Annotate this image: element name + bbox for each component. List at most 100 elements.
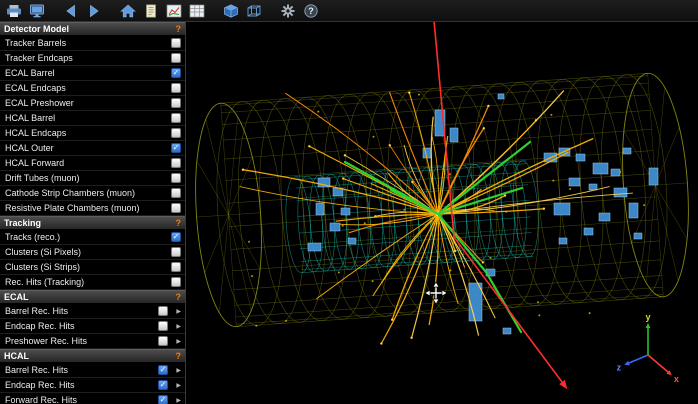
settings-button[interactable] <box>278 2 298 20</box>
checkbox-endcap-rec-hits[interactable]: ✓ <box>158 380 168 390</box>
ispy-event-display: ? Detector Model? Tracker Barrels Tracker … <box>0 0 698 404</box>
item-label: HCAL Forward <box>5 158 171 168</box>
checkbox-resistive-plate-chambers-muon[interactable] <box>171 203 181 213</box>
item-label: Drift Tubes (muon) <box>5 173 171 183</box>
display-settings-button[interactable] <box>27 2 47 20</box>
checkbox-hcal-outer[interactable]: ✓ <box>171 143 181 153</box>
tree-item-ecal-barrel[interactable]: ECAL Barrel✓ <box>0 66 185 81</box>
submenu-arrow-icon[interactable]: ▶ <box>172 382 181 389</box>
event-info-button[interactable] <box>141 2 161 20</box>
item-label: ECAL Preshower <box>5 98 171 108</box>
sidebar-tree: Detector Model? Tracker Barrels Tracker En… <box>0 22 186 404</box>
checkbox-preshower-rec-hits[interactable] <box>158 336 168 346</box>
axis-label-y: y <box>645 312 650 322</box>
checkbox-ecal-barrel[interactable]: ✓ <box>171 68 181 78</box>
submenu-arrow-icon[interactable]: ▶ <box>172 323 181 330</box>
previous-event-button[interactable] <box>61 2 81 20</box>
tree-item-forward-rec-hits[interactable]: Forward Rec. Hits✓ ▶ <box>0 393 185 404</box>
help-button[interactable]: ? <box>301 2 321 20</box>
submenu-arrow-icon[interactable]: ▶ <box>172 338 181 345</box>
tree-item-barrel-rec-hits[interactable]: Barrel Rec. Hits✓ ▶ <box>0 363 185 378</box>
arrow-left-icon <box>63 4 79 18</box>
screenshot-button[interactable] <box>4 2 24 20</box>
checkbox-clusters-si-strips[interactable] <box>171 262 181 272</box>
submenu-arrow-icon[interactable]: ▶ <box>172 367 181 374</box>
section-help-icon[interactable]: ? <box>176 351 182 361</box>
plot-view-button[interactable] <box>164 2 184 20</box>
axis-label-x: x <box>674 374 679 384</box>
item-label: Forward Rec. Hits <box>5 395 158 404</box>
tree-item-hcal-forward[interactable]: HCAL Forward <box>0 156 185 171</box>
submenu-arrow-icon[interactable]: ▶ <box>172 308 181 315</box>
item-label: Tracks (reco.) <box>5 232 171 242</box>
checkbox-forward-rec-hits[interactable]: ✓ <box>158 395 168 404</box>
tree-item-hcal-barrel[interactable]: HCAL Barrel <box>0 111 185 126</box>
checkbox-cathode-strip-chambers-muon[interactable] <box>171 188 181 198</box>
section-title: ECAL <box>4 292 29 302</box>
tree-item-ecal-endcaps[interactable]: ECAL Endcaps <box>0 81 185 96</box>
item-label: Cathode Strip Chambers (muon) <box>5 188 171 198</box>
content: Detector Model? Tracker Barrels Tracker En… <box>0 22 698 404</box>
perspective-view-button[interactable] <box>221 2 241 20</box>
chart-icon <box>166 4 182 18</box>
tree-item-tracks-reco[interactable]: Tracks (reco.)✓ <box>0 230 185 245</box>
section-help-icon[interactable]: ? <box>176 292 182 302</box>
tree-item-clusters-si-strips[interactable]: Clusters (Si Strips) <box>0 260 185 275</box>
wirecube-icon <box>246 4 262 18</box>
checkbox-barrel-rec-hits[interactable] <box>158 306 168 316</box>
tree-item-clusters-si-pixels[interactable]: Clusters (Si Pixels) <box>0 245 185 260</box>
table-view-button[interactable] <box>187 2 207 20</box>
tree-item-ecal-preshower[interactable]: ECAL Preshower <box>0 96 185 111</box>
question-icon: ? <box>303 4 319 18</box>
item-label: Tracker Barrels <box>5 38 171 48</box>
checkbox-clusters-si-pixels[interactable] <box>171 247 181 257</box>
item-label: Clusters (Si Pixels) <box>5 247 171 257</box>
tree-item-endcap-rec-hits[interactable]: Endcap Rec. Hits▶ <box>0 319 185 334</box>
toolbar: ? <box>0 0 698 22</box>
event-scene[interactable]: xyz <box>186 22 698 404</box>
tree-item-preshower-rec-hits[interactable]: Preshower Rec. Hits▶ <box>0 334 185 349</box>
home-view-button[interactable] <box>118 2 138 20</box>
checkbox-rec-hits-tracking[interactable] <box>171 277 181 287</box>
tree-item-rec-hits-tracking[interactable]: Rec. Hits (Tracking) <box>0 275 185 290</box>
tree-item-hcal-outer[interactable]: HCAL Outer✓ <box>0 141 185 156</box>
checkbox-endcap-rec-hits[interactable] <box>158 321 168 331</box>
submenu-arrow-icon[interactable]: ▶ <box>172 397 181 404</box>
section-title: HCAL <box>4 351 29 361</box>
section-help-icon[interactable]: ? <box>176 218 182 228</box>
checkbox-tracker-barrels[interactable] <box>171 38 181 48</box>
gear-icon <box>280 4 296 18</box>
section-header-ecal: ECAL? <box>0 290 185 304</box>
checkbox-hcal-endcaps[interactable] <box>171 128 181 138</box>
checkbox-drift-tubes-muon[interactable] <box>171 173 181 183</box>
item-label: HCAL Barrel <box>5 113 171 123</box>
tree-item-cathode-strip-chambers-muon[interactable]: Cathode Strip Chambers (muon) <box>0 186 185 201</box>
checkbox-hcal-forward[interactable] <box>171 158 181 168</box>
checkbox-ecal-endcaps[interactable] <box>171 83 181 93</box>
section-title: Detector Model <box>4 24 69 34</box>
item-label: Clusters (Si Strips) <box>5 262 171 272</box>
section-header-detector-model: Detector Model? <box>0 22 185 36</box>
next-event-button[interactable] <box>84 2 104 20</box>
move-cursor-icon <box>425 282 447 304</box>
tree-item-drift-tubes-muon[interactable]: Drift Tubes (muon) <box>0 171 185 186</box>
home-icon <box>120 4 136 18</box>
orthographic-view-button[interactable] <box>244 2 264 20</box>
checkbox-tracker-endcaps[interactable] <box>171 53 181 63</box>
checkbox-hcal-barrel[interactable] <box>171 113 181 123</box>
tree-item-hcal-endcaps[interactable]: HCAL Endcaps <box>0 126 185 141</box>
3d-viewport[interactable]: xyz <box>186 22 698 404</box>
checkbox-tracks-reco[interactable]: ✓ <box>171 232 181 242</box>
tree-item-tracker-endcaps[interactable]: Tracker Endcaps <box>0 51 185 66</box>
item-label: Rec. Hits (Tracking) <box>5 277 171 287</box>
tree-item-barrel-rec-hits[interactable]: Barrel Rec. Hits▶ <box>0 304 185 319</box>
tree-item-endcap-rec-hits[interactable]: Endcap Rec. Hits✓▶ <box>0 378 185 393</box>
printer-icon <box>6 4 22 18</box>
checkbox-barrel-rec-hits[interactable]: ✓ <box>158 365 168 375</box>
checkbox-ecal-preshower[interactable] <box>171 98 181 108</box>
item-label: Barrel Rec. Hits <box>5 365 158 375</box>
document-icon <box>143 4 159 18</box>
tree-item-resistive-plate-chambers-muon[interactable]: Resistive Plate Chambers (muon) <box>0 201 185 216</box>
section-help-icon[interactable]: ? <box>176 24 182 34</box>
tree-item-tracker-barrels[interactable]: Tracker Barrels <box>0 36 185 51</box>
